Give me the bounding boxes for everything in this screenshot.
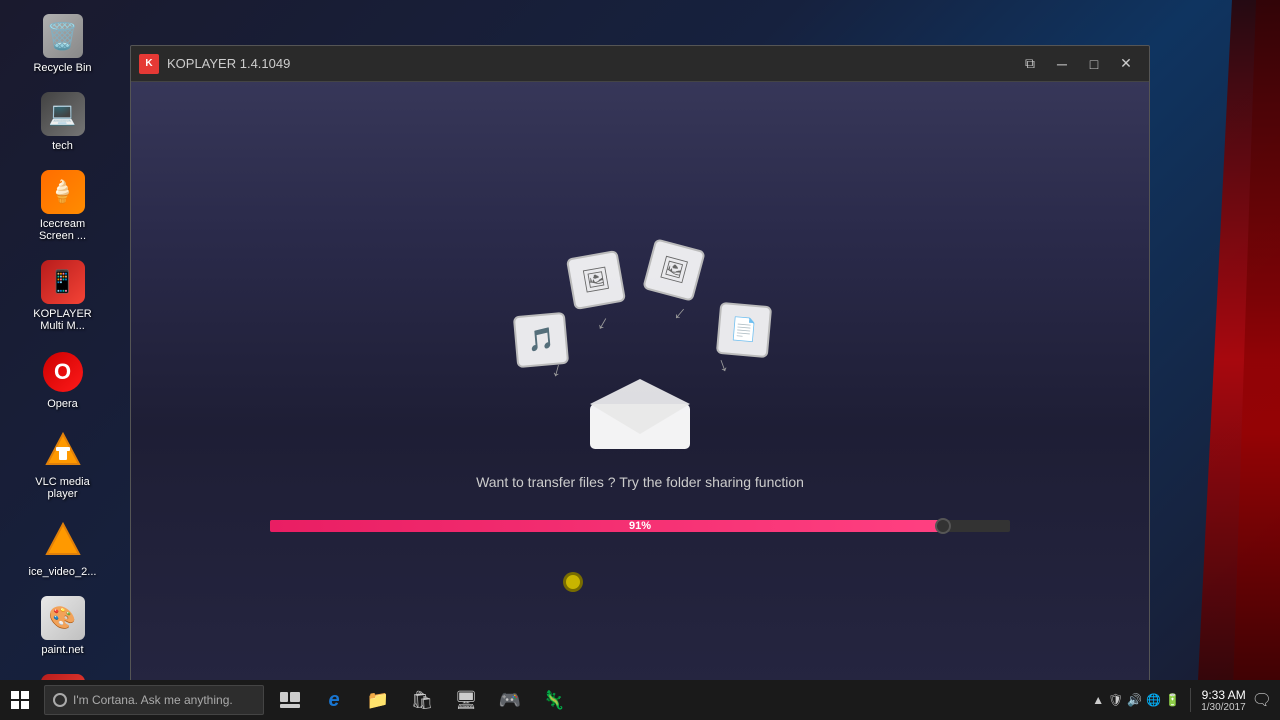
clock-date: 1/30/2017 xyxy=(1201,702,1246,713)
store-button[interactable]: 🛍 xyxy=(402,680,442,720)
opera-icon: O xyxy=(39,348,87,396)
maximize-button[interactable]: □ xyxy=(1079,52,1109,76)
search-circle-icon xyxy=(53,693,67,707)
close-button[interactable]: ✕ xyxy=(1111,52,1141,76)
vlc-icon xyxy=(39,426,87,474)
desktop-icon-ice-video[interactable]: ice_video_2... xyxy=(23,512,103,582)
taskbar-app6-button[interactable]: 🦎 xyxy=(534,680,574,720)
icecream-icon: 🍦 xyxy=(39,168,87,216)
window-titlebar: K KOPLAYER 1.4.1049 ⧉ ─ □ ✕ xyxy=(131,46,1149,82)
mouse-cursor xyxy=(563,572,583,592)
start-button[interactable] xyxy=(0,680,40,720)
desktop-icon-icecream[interactable]: 🍦 Icecream Screen ... xyxy=(23,164,103,246)
notification-button[interactable]: 🗨 xyxy=(1252,690,1272,710)
tech-label: tech xyxy=(52,140,73,152)
edge-button[interactable]: e xyxy=(314,680,354,720)
desktop: 🗑️ Recycle Bin 💻 tech 🍦 Icecream Screen … xyxy=(0,0,1280,720)
progress-fill xyxy=(270,520,943,532)
photo-icon-1: 🖼 xyxy=(566,250,626,310)
speaker-icon[interactable]: 🔊 xyxy=(1127,693,1142,707)
desktop-icon-recycle-bin[interactable]: 🗑️ Recycle Bin xyxy=(23,8,103,78)
tray-arrow[interactable]: ▲ xyxy=(1092,693,1104,707)
battery-icon: 🔋 xyxy=(1165,693,1180,707)
progress-percent: 91% xyxy=(629,520,651,532)
progress-dot xyxy=(935,518,951,534)
taskbar: I'm Cortana. Ask me anything. e 📁 🛍 🖥 🎮 … xyxy=(0,680,1280,720)
explorer-button[interactable]: 📁 xyxy=(358,680,398,720)
window-title: KOPLAYER 1.4.1049 xyxy=(167,56,1015,71)
transfer-text: Want to transfer files ? Try the folder … xyxy=(476,474,804,490)
desktop-icon-paint[interactable]: 🎨 paint.net xyxy=(23,590,103,660)
taskbar-quick-launch: e 📁 🛍 🖥 🎮 🦎 xyxy=(270,680,574,720)
arrow-4: ↓ xyxy=(714,353,731,378)
vlc-label: VLC media player xyxy=(27,476,99,500)
clock-time: 9:33 AM xyxy=(1201,688,1246,702)
taskbar-right-area: ▲ 🛡 🔊 🌐 🔋 9:33 AM 1/30/2017 🗨 xyxy=(1092,688,1280,713)
progress-track: 91% xyxy=(270,520,1010,532)
doc-icon: 📄 xyxy=(716,302,772,358)
koplayer-multi-icon: 📱 xyxy=(39,258,87,306)
recycle-bin-label: Recycle Bin xyxy=(33,62,91,74)
koplayer-window: K KOPLAYER 1.4.1049 ⧉ ─ □ ✕ 🖼 🖼 🎵 📄 ↓ ↓ … xyxy=(130,45,1150,685)
system-tray: ▲ 🛡 🔊 🌐 🔋 xyxy=(1092,693,1180,707)
inbox-tray xyxy=(585,369,695,454)
cortana-placeholder: I'm Cortana. Ask me anything. xyxy=(73,693,233,707)
desktop-icon-opera[interactable]: O Opera xyxy=(23,344,103,414)
tray-divider xyxy=(1190,688,1191,712)
connect-button[interactable]: 🖥 xyxy=(446,680,486,720)
opera-label: Opera xyxy=(47,398,78,410)
arrow-2: ↓ xyxy=(669,301,691,325)
progress-container: 91% xyxy=(270,520,1010,532)
paint-icon: 🎨 xyxy=(39,594,87,642)
koplayer-logo: K xyxy=(139,54,159,74)
icecream-label: Icecream Screen ... xyxy=(27,218,99,242)
koplayer-multi-label: KOPLAYER Multi M... xyxy=(27,308,99,332)
system-clock[interactable]: 9:33 AM 1/30/2017 xyxy=(1201,688,1246,713)
transfer-illustration: 🖼 🖼 🎵 📄 ↓ ↓ ↓ ↓ xyxy=(480,234,800,454)
window-controls: ⧉ ─ □ ✕ xyxy=(1015,52,1141,76)
photo-icon-2: 🖼 xyxy=(642,238,706,302)
arrow-1: ↓ xyxy=(593,311,613,336)
tech-icon: 💻 xyxy=(39,90,87,138)
ice-video-icon xyxy=(39,516,87,564)
paint-label: paint.net xyxy=(41,644,83,656)
desktop-icon-vlc[interactable]: VLC media player xyxy=(23,422,103,504)
desktop-icon-tech[interactable]: 💻 tech xyxy=(23,86,103,156)
window-content: 🖼 🖼 🎵 📄 ↓ ↓ ↓ ↓ xyxy=(131,82,1149,684)
recycle-bin-icon: 🗑️ xyxy=(39,12,87,60)
cortana-search[interactable]: I'm Cortana. Ask me anything. xyxy=(44,685,264,715)
task-view-button[interactable] xyxy=(270,680,310,720)
antivirus-icon: 🛡 xyxy=(1108,693,1123,707)
minimize-button[interactable]: ─ xyxy=(1047,52,1077,76)
restore-button[interactable]: ⧉ xyxy=(1015,52,1045,76)
desktop-icons-area: 🗑️ Recycle Bin 💻 tech 🍦 Icecream Screen … xyxy=(0,0,125,680)
ice-video-label: ice_video_2... xyxy=(29,566,97,578)
desktop-icon-koplayer-multi[interactable]: 📱 KOPLAYER Multi M... xyxy=(23,254,103,336)
taskbar-app5-button[interactable]: 🎮 xyxy=(490,680,530,720)
network-icon[interactable]: 🌐 xyxy=(1146,693,1161,707)
